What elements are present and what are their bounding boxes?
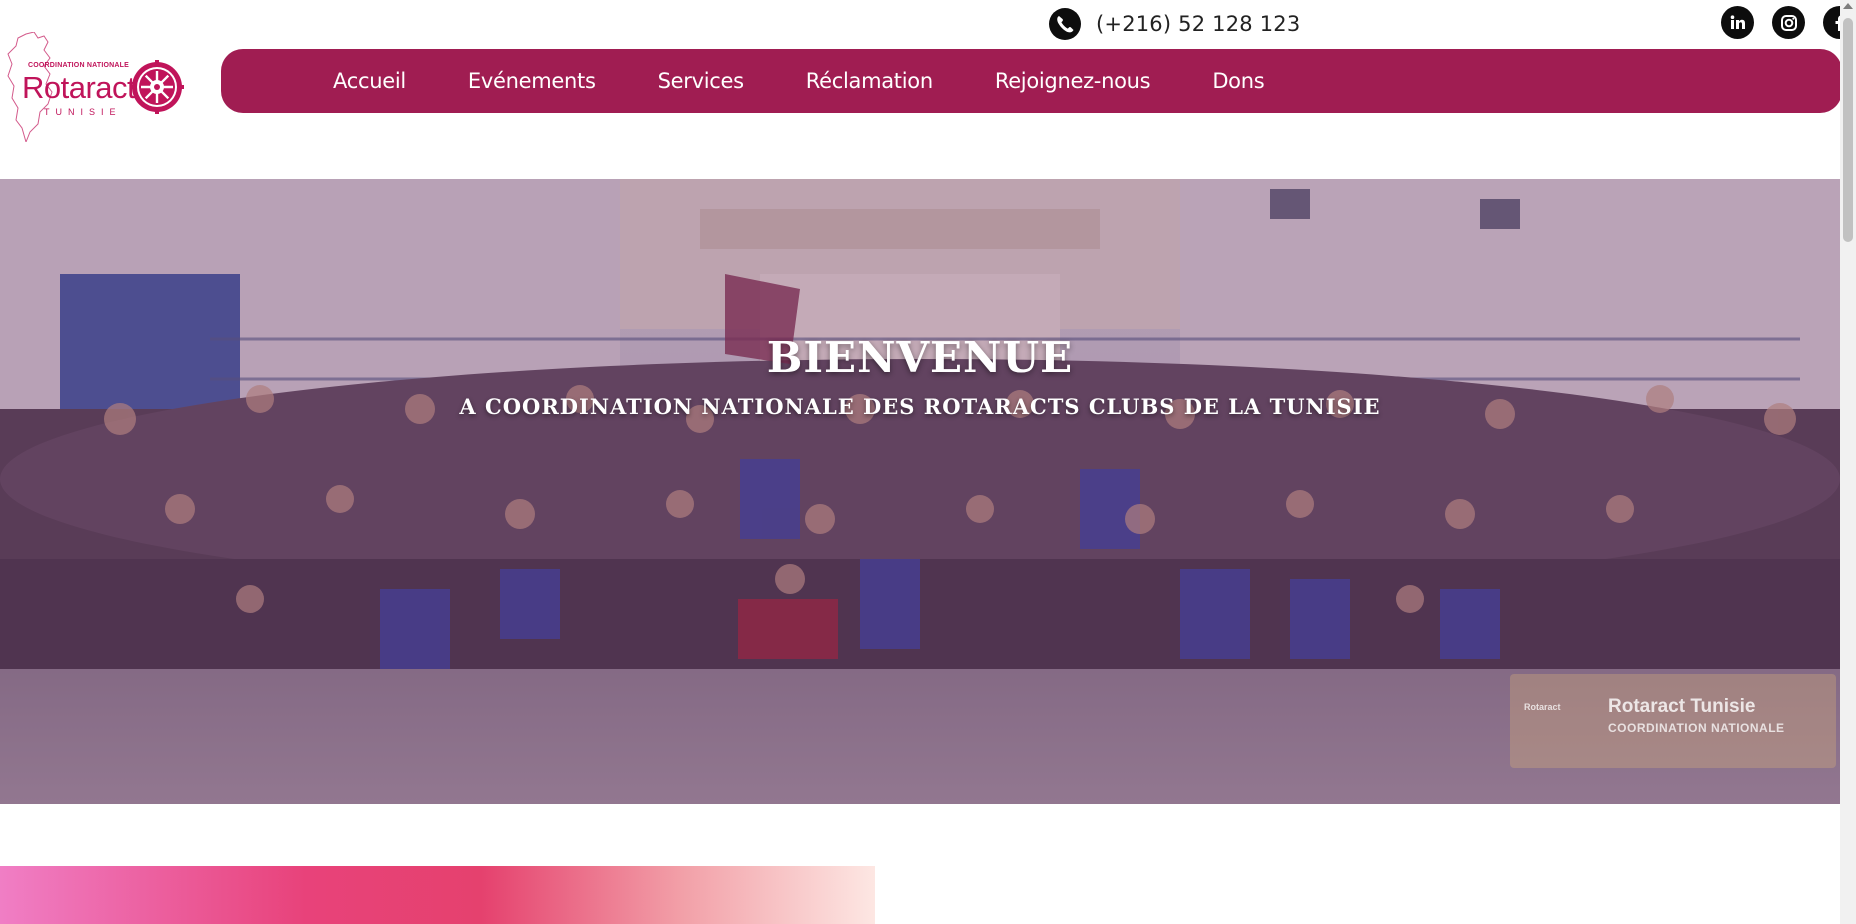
nav-item-services[interactable]: Services (658, 69, 744, 93)
watermark-title: Rotaract Tunisie (1608, 696, 1756, 717)
whatsapp-icon (1049, 8, 1081, 40)
scrollbar-thumb[interactable] (1843, 18, 1853, 242)
page-scrollbar[interactable] (1840, 0, 1856, 924)
watermark-small-logo: Rotaract (1524, 702, 1561, 712)
social-links (1721, 6, 1856, 39)
nav-item-accueil[interactable]: Accueil (333, 69, 406, 93)
nav-item-dons[interactable]: Dons (1212, 69, 1264, 93)
phone-number: (+216) 52 128 123 (1096, 12, 1301, 36)
nav-item-reclamation[interactable]: Réclamation (806, 69, 933, 93)
site-logo[interactable]: COORDINATION NATIONALE Rotaract TUNISIE (4, 32, 190, 142)
scroll-up-arrow-icon[interactable] (1843, 3, 1853, 9)
gradient-banner (0, 866, 875, 924)
photo-watermark: Rotaract Rotaract Tunisie COORDINATION N… (1510, 674, 1836, 768)
hero-title: BIENVENUE (766, 333, 1074, 382)
phone-contact[interactable]: (+216) 52 128 123 (1048, 7, 1300, 41)
hero-banner: BIENVENUE A COORDINATION NATIONALE DES R… (0, 179, 1840, 804)
logo-country-text: TUNISIE (44, 107, 122, 117)
watermark-subtitle: COORDINATION NATIONALE (1608, 721, 1785, 735)
logo-coordination-text: COORDINATION NATIONALE (28, 62, 129, 69)
instagram-icon[interactable] (1772, 6, 1805, 39)
linkedin-icon[interactable] (1721, 6, 1754, 39)
nav-menu: Accueil Evénements Services Réclamation … (333, 49, 1326, 113)
nav-item-rejoignez-nous[interactable]: Rejoignez-nous (995, 69, 1151, 93)
hero-subtitle: A COORDINATION NATIONALE DES ROTARACTS C… (459, 394, 1381, 419)
main-navbar: Accueil Evénements Services Réclamation … (221, 49, 1842, 113)
rotary-wheel-icon (130, 60, 184, 114)
logo-brand-text: Rotaract (22, 70, 136, 105)
nav-item-evenements[interactable]: Evénements (468, 69, 596, 93)
